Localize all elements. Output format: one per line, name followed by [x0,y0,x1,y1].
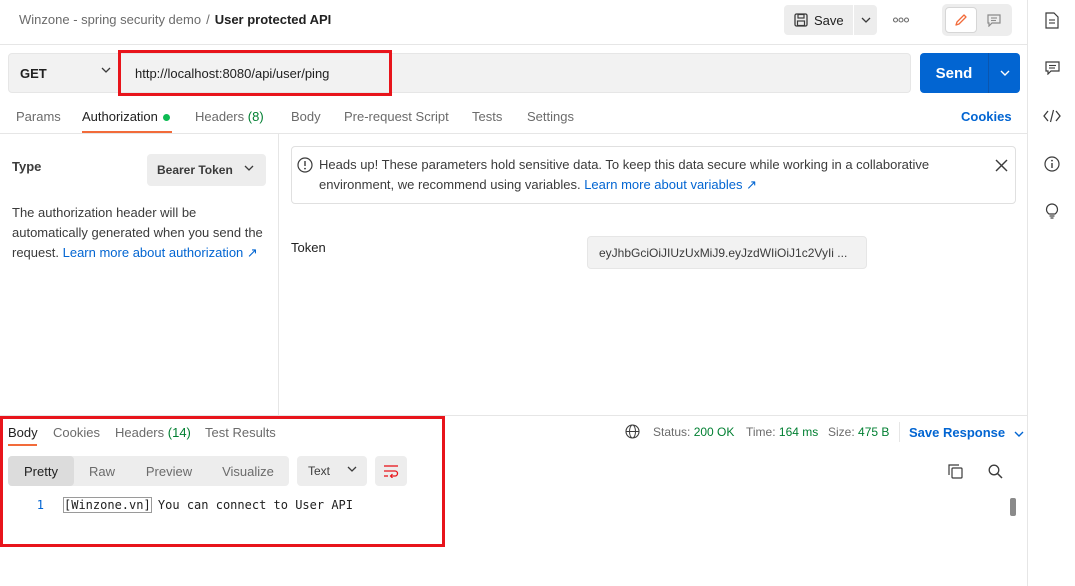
status-label: Status: [653,425,691,439]
tabs-divider [0,133,1027,134]
tab-headers-label: Headers [195,109,245,124]
url-highlight-annotation [118,50,392,96]
banner-message: Heads up! These parameters hold sensitiv… [319,155,979,195]
comment-icon [987,13,1001,27]
response-size: Size: 475 B [828,425,889,439]
chevron-down-icon [861,17,870,23]
learn-more-authorization-link[interactable]: Learn more about authorization ↗ [63,245,258,260]
send-label: Send [935,64,973,82]
pencil-icon [955,14,967,26]
save-label: Save [814,12,844,28]
info-icon [297,157,313,173]
comment-icon [1044,61,1060,75]
status-divider [899,422,900,442]
breadcrumb-separator: / [206,12,210,27]
request-name[interactable]: User protected API [215,12,332,27]
save-button[interactable]: Save [784,5,853,35]
tab-settings[interactable]: Settings [527,109,574,124]
code-icon [1043,109,1061,123]
comments-rail-button[interactable] [1041,57,1063,79]
search-icon[interactable] [988,464,1003,479]
documentation-rail-button[interactable] [1041,9,1063,31]
breadcrumb-workspace[interactable]: Winzone - spring security demo [19,12,201,27]
document-icon [1045,11,1059,29]
save-options-button[interactable] [854,5,877,35]
method-value: GET [20,65,47,81]
tab-headers-count: (8) [247,109,264,124]
cookies-link[interactable]: Cookies [961,109,1012,124]
auth-type-value: Bearer Token [157,163,233,177]
chevron-down-icon [244,165,254,171]
right-rail-divider [1027,0,1028,586]
tab-authorization[interactable]: Authorization [82,109,170,124]
info-icon [1044,156,1060,172]
learn-more-variables-link[interactable]: Learn more about variables ↗ [584,177,757,192]
token-input[interactable]: eyJhbGciOiJIUzUxMiJ9.eyJzdWIiOiJ1c2VyIi … [587,236,867,269]
response-scrollbar[interactable] [1010,498,1016,516]
response-time: Time: 164 ms [746,425,818,439]
edit-mode-button[interactable] [945,7,977,33]
copy-icon[interactable] [948,464,963,479]
response-highlight-annotation [0,416,445,547]
suggestions-rail-button[interactable] [1041,200,1063,222]
send-button[interactable]: Send [920,53,988,93]
time-label: Time: [746,425,776,439]
size-value: 475 B [858,425,890,439]
info-rail-button[interactable] [1041,153,1063,175]
response-status: Status: 200 OK [653,425,734,439]
auth-help-text: The authorization header will be automat… [12,203,270,263]
size-label: Size: [828,425,855,439]
tab-tests[interactable]: Tests [472,109,502,124]
auth-pane-divider [278,133,279,415]
tab-params[interactable]: Params [16,109,61,124]
lightbulb-icon [1045,203,1059,219]
token-value: eyJhbGciOiJIUzUxMiJ9.eyJzdWIiOiJ1c2VyIi … [599,245,848,260]
auth-type-label: Type [12,159,42,174]
ellipsis-icon [893,17,909,23]
close-icon[interactable] [995,159,1008,172]
save-response-label: Save Response [909,425,1006,440]
time-value: 164 ms [778,425,819,439]
comment-mode-button[interactable] [980,7,1008,33]
tab-body[interactable]: Body [291,109,321,124]
status-value: 200 OK [693,425,735,439]
chevron-down-icon [101,67,111,73]
tab-headers[interactable]: Headers (8) [195,109,264,124]
tab-authorization-label: Authorization [82,109,158,124]
header-divider [0,44,1027,45]
auth-type-select[interactable]: Bearer Token [147,154,266,186]
chevron-down-icon [1014,431,1024,437]
token-label: Token [291,240,326,255]
breadcrumb: Winzone - spring security demo / User prot… [19,12,331,27]
tab-pre-request-script[interactable]: Pre-request Script [344,109,449,124]
more-actions-button[interactable] [888,5,914,35]
code-rail-button[interactable] [1041,105,1063,127]
method-select[interactable]: GET [8,53,120,93]
save-icon [794,13,808,27]
globe-icon[interactable] [625,424,640,439]
chevron-down-icon [1000,70,1009,76]
save-response-button[interactable]: Save Response [909,425,1024,440]
send-options-button[interactable] [988,53,1020,93]
status-dot-icon [162,114,170,122]
